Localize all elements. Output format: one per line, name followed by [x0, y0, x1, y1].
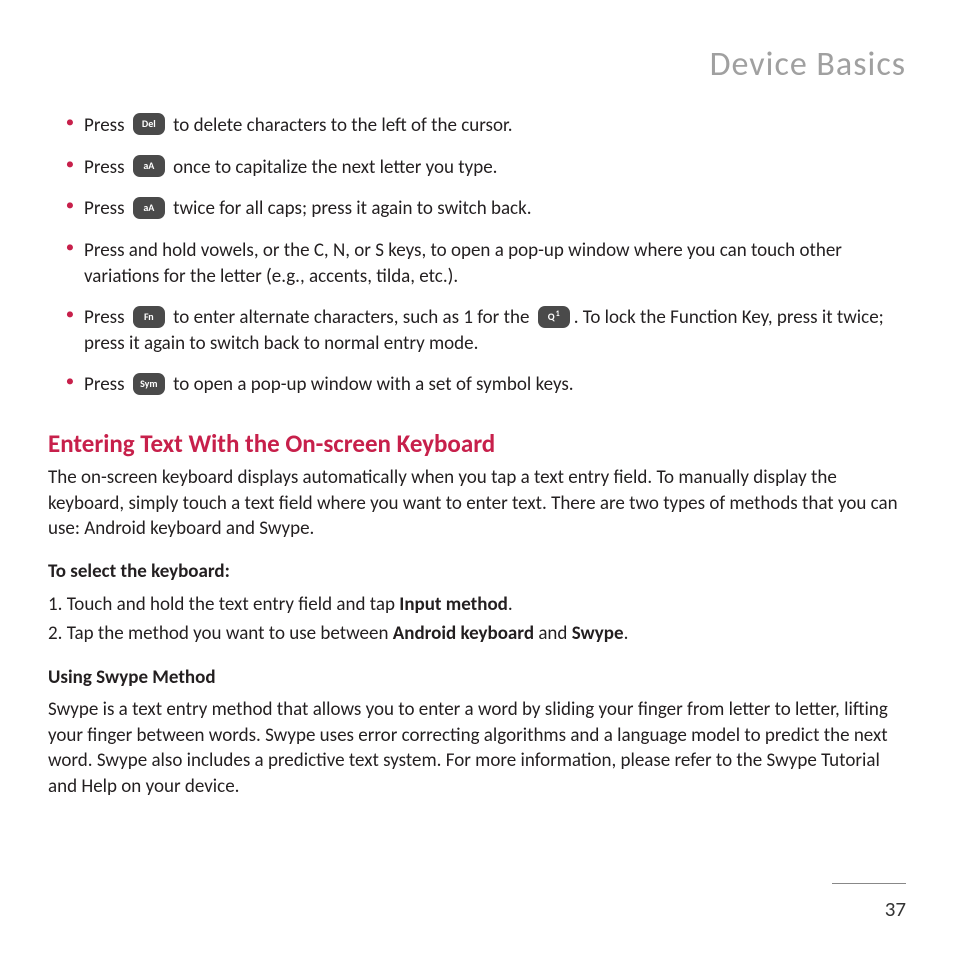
page-number: 37 — [885, 896, 906, 922]
step-bold: Input method — [399, 593, 508, 616]
swype-heading: Using Swype Method — [48, 666, 906, 689]
step-post: . — [508, 593, 513, 616]
section-heading: Entering Text With the On-screen Keyboar… — [48, 428, 906, 459]
text-post: twice for all caps; press it again to sw… — [169, 197, 532, 220]
text-post: to open a pop-up window with a set of sy… — [169, 373, 574, 396]
manual-page: Device Basics Press Del to delete charac… — [0, 0, 954, 954]
step-1: 1. Touch and hold the text entry field a… — [48, 591, 906, 620]
bullet-item-fn: Press Fn to enter alternate characters, … — [48, 305, 906, 356]
fn-key-icon: Fn — [133, 306, 165, 328]
text-pre: Press — [84, 156, 129, 179]
step-mid: and — [534, 622, 572, 645]
sym-key-icon: Sym — [133, 373, 165, 395]
bullet-list: Press Del to delete characters to the le… — [48, 113, 906, 398]
step-num: 1. — [48, 593, 62, 616]
text-pre: Press — [84, 373, 129, 396]
text-pre: Press — [84, 306, 129, 329]
steps-list: 1. Touch and hold the text entry field a… — [48, 591, 906, 648]
page-title: Device Basics — [48, 44, 906, 85]
bullet-item-caps-twice: Press aA twice for all caps; press it ag… — [48, 196, 906, 222]
select-keyboard-heading: To select the keyboard: — [48, 560, 906, 583]
step-pre: Touch and hold the text entry field and … — [62, 593, 399, 616]
bullet-item-vowels: Press and hold vowels, or the C, N, or S… — [48, 238, 906, 289]
text-pre: Press — [84, 114, 129, 137]
section-intro: The on-screen keyboard displays automati… — [48, 465, 906, 542]
del-key-icon: Del — [133, 113, 165, 135]
text-post: to delete characters to the left of the … — [169, 114, 513, 137]
shift-key-icon: aA — [133, 197, 165, 219]
key-1-label: 1 — [556, 310, 560, 318]
step-num: 2. — [48, 622, 62, 645]
footer-rule — [832, 883, 906, 884]
step-2: 2. Tap the method you want to use betwee… — [48, 620, 906, 649]
text-full: Press and hold vowels, or the C, N, or S… — [84, 239, 842, 288]
swype-body: Swype is a text entry method that allows… — [48, 697, 906, 800]
step-post: . — [624, 622, 629, 645]
shift-key-icon: aA — [133, 155, 165, 177]
text-mid: to enter alternate characters, such as 1… — [169, 306, 534, 329]
step-pre: Tap the method you want to use between — [62, 622, 392, 645]
text-pre: Press — [84, 197, 129, 220]
key-q-label: Q — [548, 312, 555, 322]
q1-key-icon: Q1 — [538, 306, 570, 328]
bullet-item-sym: Press Sym to open a pop-up window with a… — [48, 372, 906, 398]
bullet-item-caps-once: Press aA once to capitalize the next let… — [48, 155, 906, 181]
bullet-item-del: Press Del to delete characters to the le… — [48, 113, 906, 139]
step-bold1: Android keyboard — [393, 622, 534, 645]
step-bold2: Swype — [572, 622, 624, 645]
text-post: once to capitalize the next letter you t… — [169, 156, 498, 179]
